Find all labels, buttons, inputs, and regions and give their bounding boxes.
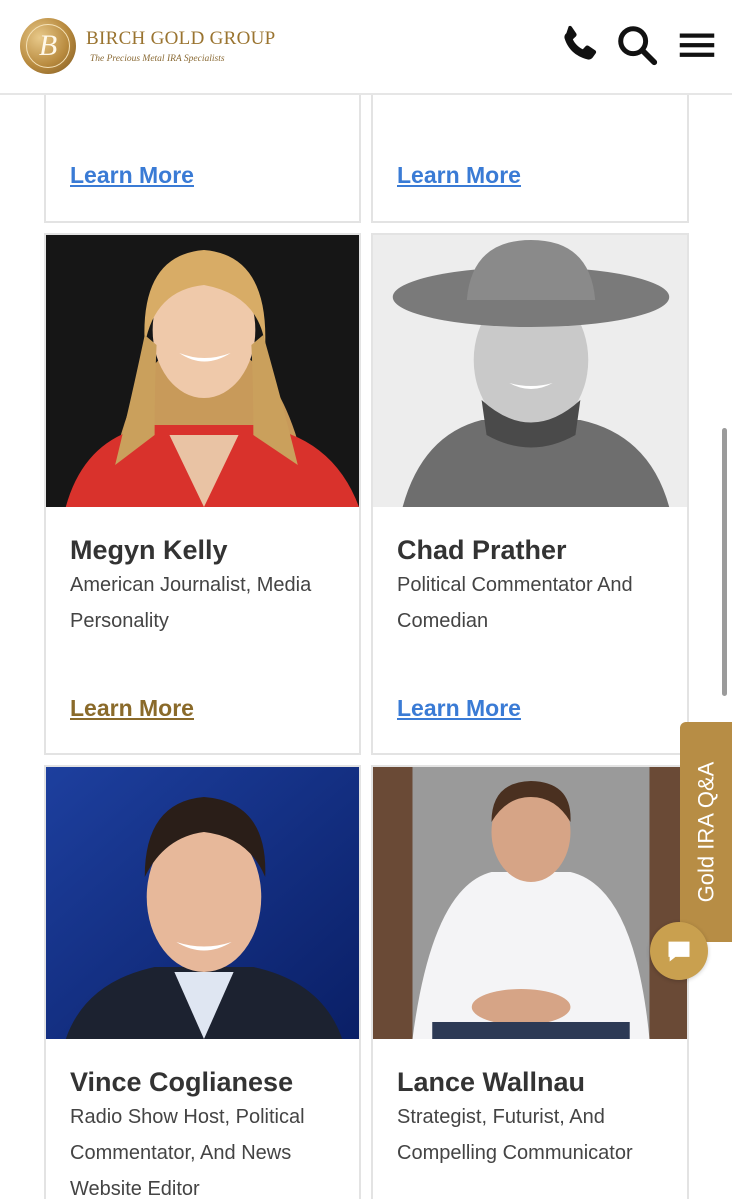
person-photo	[46, 767, 359, 1039]
learn-more-link[interactable]: Learn More	[70, 162, 194, 189]
brand-name: BIRCH GOLD GROUP	[86, 28, 276, 49]
person-name: Chad Prather	[397, 535, 567, 565]
learn-more-link[interactable]: Learn More	[397, 695, 521, 722]
logo-badge-letter: B	[26, 24, 70, 68]
person-description: Political Commentator And Comedian	[397, 574, 633, 632]
logo-badge-icon: B	[20, 18, 76, 74]
chat-icon	[668, 941, 690, 962]
person-description: American Journalist, Media Personality	[70, 574, 312, 632]
person-card: Lance Wallnau Strategist, Futurist, And …	[371, 765, 689, 1199]
person-card: Chad Prather Political Commentator And C…	[371, 233, 689, 755]
brand-tagline: The Precious Metal IRA Specialists	[90, 54, 225, 64]
person-card: Vince Coglianese Radio Show Host, Politi…	[44, 765, 361, 1199]
learn-more-link[interactable]: Learn More	[70, 695, 194, 722]
person-name: Vince Coglianese	[70, 1067, 294, 1097]
person-photo	[373, 767, 687, 1039]
menu-icon[interactable]	[674, 22, 720, 68]
site-header: B BIRCH GOLD GROUP The Precious Metal IR…	[0, 0, 732, 95]
scrollbar[interactable]	[722, 428, 727, 696]
learn-more-link[interactable]: Learn More	[397, 162, 521, 189]
person-name: Lance Wallnau	[397, 1067, 586, 1097]
side-tab-label: Gold IRA Q&A	[693, 761, 718, 903]
person-description: Strategist, Futurist, And Compelling Com…	[397, 1106, 633, 1164]
partial-card-left: Learn More	[44, 80, 361, 223]
chat-button[interactable]	[650, 922, 708, 980]
person-photo	[373, 235, 687, 507]
brand-logo[interactable]: B BIRCH GOLD GROUP The Precious Metal IR…	[20, 18, 276, 74]
person-description: Radio Show Host, Political Commentator, …	[70, 1106, 305, 1199]
person-card: Megyn Kelly American Journalist, Media P…	[44, 233, 361, 755]
person-photo	[46, 235, 359, 507]
gold-ira-qa-tab[interactable]: Gold IRA Q&A	[680, 722, 732, 942]
person-name: Megyn Kelly	[70, 535, 228, 565]
partial-card-right: Learn More	[371, 80, 689, 223]
search-icon[interactable]	[614, 22, 660, 68]
phone-icon[interactable]	[556, 22, 602, 68]
